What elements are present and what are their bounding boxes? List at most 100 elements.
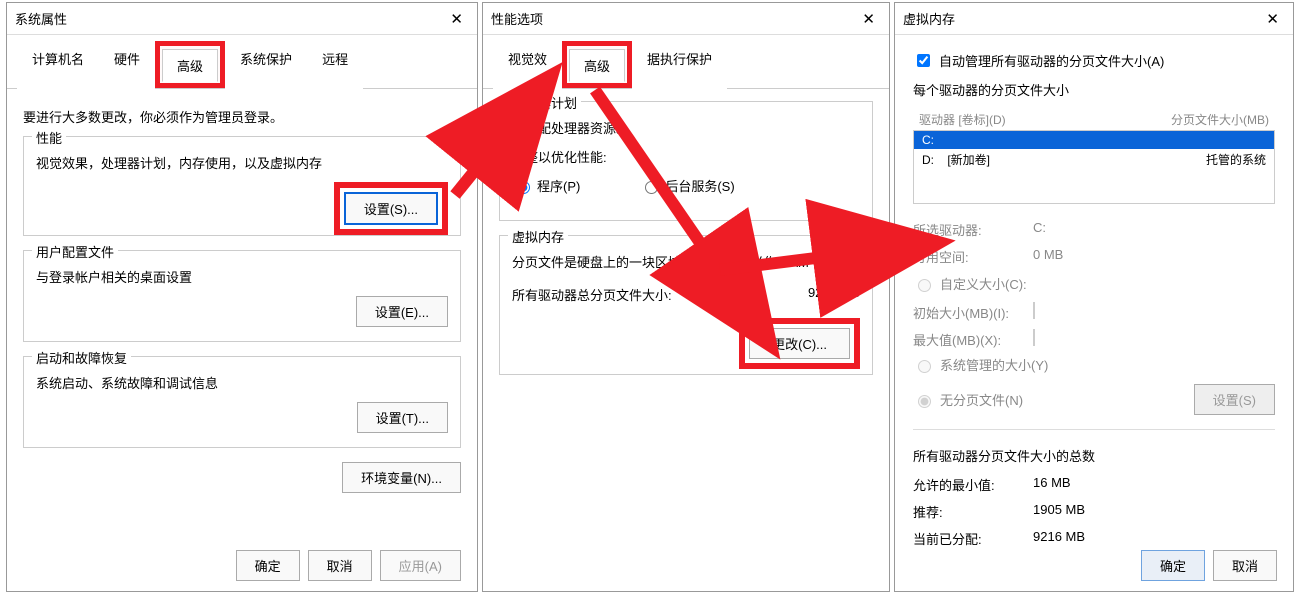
performance-legend: 性能 [32, 128, 66, 147]
row-drive: D: [新加卷] [922, 151, 990, 168]
apply-button[interactable]: 应用(A) [380, 550, 461, 581]
titlebar: 系统属性 ✕ [7, 3, 477, 35]
max-input [1033, 329, 1035, 346]
sel-drive-val: C: [1033, 220, 1275, 239]
vm-group: 虚拟内存 分页文件是硬盘上的一块区域，Windows 当作 RAM 使用。 所有… [499, 235, 873, 375]
dialog-content: 要进行大多数更改，你必须作为管理员登录。 性能 视觉效果，处理器计划，内存使用，… [7, 89, 477, 503]
total-label: 所有驱动器总分页文件大小: [512, 285, 672, 304]
radio-programs-label: 程序(P) [537, 176, 580, 195]
rec-val: 1905 MB [1033, 502, 1275, 521]
radio-background-label: 后台服务(S) [665, 176, 734, 195]
radio-programs-input[interactable] [517, 181, 530, 194]
profile-legend: 用户配置文件 [32, 242, 118, 261]
avail-val: 0 MB [1033, 247, 1275, 266]
size-col-header: 分页文件大小(MB) [1171, 111, 1269, 128]
rec-label: 推荐: [913, 502, 1033, 521]
admin-note: 要进行大多数更改，你必须作为管理员登录。 [23, 107, 461, 126]
system-properties-dialog: 系统属性 ✕ 计算机名 硬件 高级 系统保护 远程 要进行大多数更改，你必须作为… [6, 2, 478, 592]
nopage-radio [918, 395, 931, 408]
change-button[interactable]: 更改(C)... [749, 328, 850, 359]
cancel-button[interactable]: 取消 [308, 550, 372, 581]
cpu-desc: 可分配处理器资源。 [512, 118, 860, 137]
radio-background-input[interactable] [645, 181, 658, 194]
settings-button[interactable]: 设置(T)... [357, 402, 448, 433]
max-label: 最大值(MB)(X): [913, 330, 1033, 349]
tab-system-protection[interactable]: 系统保护 [225, 42, 307, 89]
tab-advanced[interactable]: 高级 [162, 49, 218, 82]
custom-size-radio [918, 279, 931, 292]
highlight-box: 更改(C)... [739, 318, 860, 369]
init-input [1033, 302, 1035, 319]
settings-button[interactable]: 设置(S)... [344, 192, 438, 225]
radio-background[interactable]: 后台服务(S) [640, 176, 734, 195]
cpu-legend: 处理器计划 [508, 93, 581, 112]
tab-strip: 视觉效 高级 据执行保护 [483, 35, 889, 89]
settings-button[interactable]: 设置(E)... [356, 296, 448, 327]
tab-dep[interactable]: 据执行保护 [632, 42, 727, 89]
custom-size-label: 自定义大小(C): [940, 274, 1027, 293]
highlight-box: 高级 [155, 41, 225, 88]
vm-desc: 分页文件是硬盘上的一块区域，Windows 当作 RAM 使用。 [512, 252, 860, 271]
cancel-button[interactable]: 取消 [1213, 550, 1277, 581]
cur-label: 当前已分配: [913, 529, 1033, 548]
highlight-box: 设置(S)... [334, 182, 448, 235]
list-title: 每个驱动器的分页文件大小 [913, 80, 1275, 99]
profile-desc: 与登录帐户相关的桌面设置 [36, 267, 448, 286]
titlebar: 性能选项 ✕ [483, 3, 889, 35]
highlight-box: 高级 [562, 41, 632, 88]
drive-row-c[interactable]: C: [914, 131, 1274, 149]
min-label: 允许的最小值: [913, 475, 1033, 494]
init-label: 初始大小(MB)(I): [913, 303, 1033, 322]
avail-label: 可用空间: [913, 247, 1033, 266]
dialog-content: 处理器计划 可分配处理器资源。 调整以优化性能: 程序(P) 后台服务(S) 虚… [483, 89, 889, 399]
cur-val: 9216 MB [1033, 529, 1275, 548]
ok-button[interactable]: 确定 [236, 550, 300, 581]
tab-visual[interactable]: 视觉效 [493, 42, 562, 89]
dialog-content: 自动管理所有驱动器的分页文件大小(A) 每个驱动器的分页文件大小 驱动器 [卷标… [895, 35, 1293, 558]
env-vars-button[interactable]: 环境变量(N)... [342, 462, 461, 493]
tab-advanced[interactable]: 高级 [569, 49, 625, 82]
startup-legend: 启动和故障恢复 [32, 348, 131, 367]
dialog-footer: 确定 取消 [1141, 550, 1277, 581]
row-drive: C: [922, 133, 934, 147]
tab-strip: 计算机名 硬件 高级 系统保护 远程 [7, 35, 477, 89]
close-icon[interactable]: ✕ [446, 10, 467, 28]
dialog-title: 虚拟内存 [903, 9, 955, 28]
d-label: [新加卷] [947, 153, 990, 167]
drive-col-header: 驱动器 [卷标](D) [919, 111, 1006, 128]
auto-manage-checkbox[interactable] [917, 54, 930, 67]
performance-group: 性能 视觉效果，处理器计划，内存使用，以及虚拟内存 设置(S)... [23, 136, 461, 236]
adjust-label: 调整以优化性能: [512, 147, 860, 166]
drive-list[interactable]: C: D: [新加卷] 托管的系统 [913, 130, 1275, 204]
min-val: 16 MB [1033, 475, 1275, 494]
dialog-title: 性能选项 [491, 9, 543, 28]
row-size: 托管的系统 [1206, 151, 1266, 168]
cpu-group: 处理器计划 可分配处理器资源。 调整以优化性能: 程序(P) 后台服务(S) [499, 101, 873, 221]
total-value: 9216 MB [808, 285, 860, 304]
radio-programs[interactable]: 程序(P) [512, 176, 580, 195]
sysman-radio [918, 360, 931, 373]
virtual-memory-dialog: 虚拟内存 ✕ 自动管理所有驱动器的分页文件大小(A) 每个驱动器的分页文件大小 … [894, 2, 1294, 592]
vm-legend: 虚拟内存 [508, 227, 568, 246]
close-icon[interactable]: ✕ [1262, 10, 1283, 28]
performance-desc: 视觉效果，处理器计划，内存使用，以及虚拟内存 [36, 153, 448, 172]
startup-group: 启动和故障恢复 系统启动、系统故障和调试信息 设置(T)... [23, 356, 461, 448]
set-button: 设置(S) [1194, 384, 1275, 415]
profile-group: 用户配置文件 与登录帐户相关的桌面设置 设置(E)... [23, 250, 461, 342]
close-icon[interactable]: ✕ [858, 10, 879, 28]
dialog-title: 系统属性 [15, 9, 67, 28]
d: D: [922, 153, 934, 167]
totals-legend: 所有驱动器分页文件大小的总数 [913, 446, 1275, 465]
tab-hardware[interactable]: 硬件 [99, 42, 155, 89]
sysman-label: 系统管理的大小(Y) [940, 355, 1048, 374]
ok-button[interactable]: 确定 [1141, 550, 1205, 581]
startup-desc: 系统启动、系统故障和调试信息 [36, 373, 448, 392]
nopage-label: 无分页文件(N) [940, 390, 1023, 409]
drive-row-d[interactable]: D: [新加卷] 托管的系统 [914, 149, 1274, 170]
auto-manage-label: 自动管理所有驱动器的分页文件大小(A) [939, 51, 1164, 70]
sel-drive-label: 所选驱动器: [913, 220, 1033, 239]
dialog-footer: 确定 取消 应用(A) [236, 550, 461, 581]
titlebar: 虚拟内存 ✕ [895, 3, 1293, 35]
tab-computer-name[interactable]: 计算机名 [17, 42, 99, 89]
tab-remote[interactable]: 远程 [307, 42, 363, 89]
